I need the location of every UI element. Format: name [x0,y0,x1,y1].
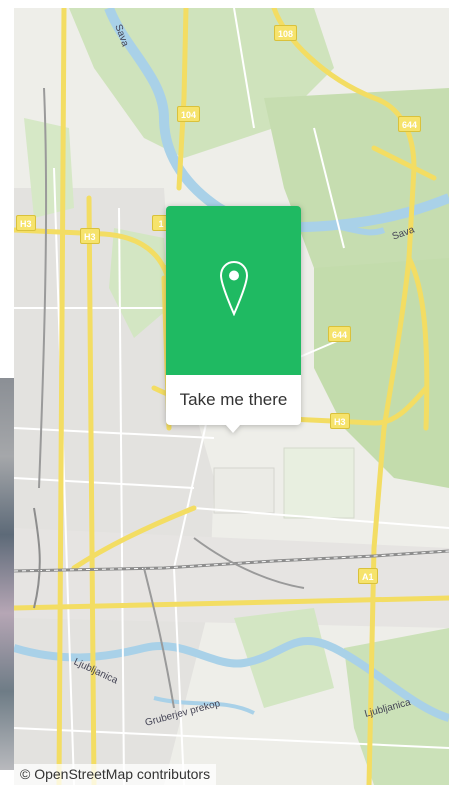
map-pin-icon [219,260,249,321]
road-shield: H3 [80,228,100,244]
background-photo-strip [0,378,14,770]
map-attribution[interactable]: © OpenStreetMap contributors [14,764,217,785]
road-shield: A1 [358,568,378,584]
map-view[interactable]: 108 104 644 644 H3 H3 H3 1 13 A1 Sava Sa… [14,8,449,785]
road-shield: 108 [274,25,298,41]
road-shield: H3 [330,413,350,429]
road-shield: 644 [328,326,352,342]
road-shield: H3 [16,215,36,231]
road-shield: 644 [398,116,422,132]
popup-tail [225,424,241,433]
take-me-there-button[interactable]: Take me there [166,375,301,425]
popup-header [166,206,301,375]
location-popup: Take me there [166,206,301,433]
road-shield: 104 [177,106,201,122]
